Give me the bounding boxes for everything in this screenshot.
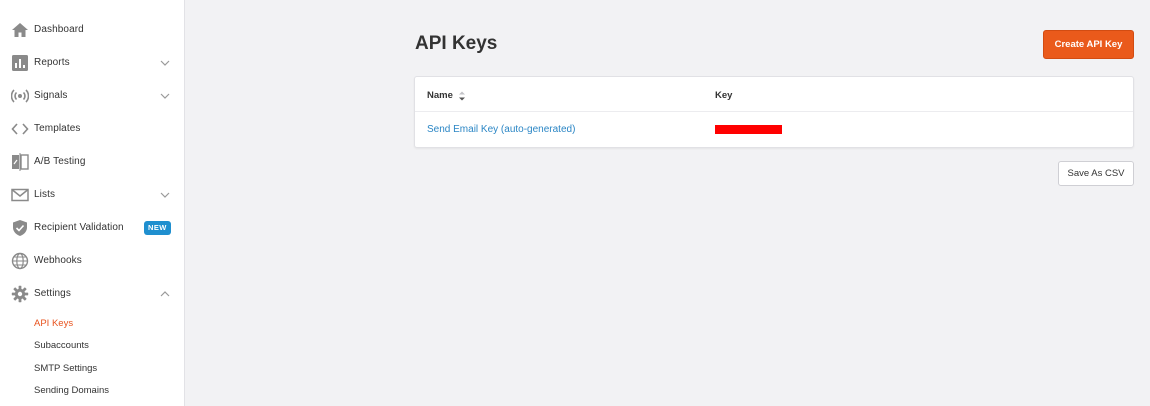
sidebar-item-dashboard[interactable]: Dashboard: [0, 13, 184, 46]
sidebar-item-label: Webhooks: [34, 255, 82, 266]
sidebar-subitem-sending-domains[interactable]: Sending Domains: [34, 385, 109, 396]
shield-check-icon: [11, 219, 29, 237]
sidebar-item-label: Templates: [34, 123, 81, 134]
sidebar-item-signals[interactable]: Signals: [0, 79, 184, 112]
signal-icon: [11, 87, 29, 105]
sidebar-item-label: Reports: [34, 57, 70, 68]
home-icon: [11, 21, 29, 39]
chevron-up-icon[interactable]: [159, 288, 171, 300]
sidebar-subitem-smtp-settings[interactable]: SMTP Settings: [34, 363, 97, 374]
sidebar-item-templates[interactable]: Templates: [0, 112, 184, 145]
column-header-key: Key: [715, 90, 733, 101]
bar-chart-icon: [11, 54, 29, 72]
sidebar-item-label: Dashboard: [34, 24, 84, 35]
sort-icon[interactable]: [457, 89, 467, 103]
code-icon: [11, 120, 29, 138]
sidebar-item-label: Lists: [34, 189, 56, 200]
sidebar-item-settings[interactable]: Settings: [0, 277, 184, 310]
save-as-csv-button[interactable]: Save As CSV: [1058, 161, 1134, 186]
api-keys-table: Name Key Send Email Key (auto-generated): [414, 76, 1134, 148]
page-title: API Keys: [415, 33, 498, 54]
create-api-key-button[interactable]: Create API Key: [1043, 30, 1134, 59]
sidebar-item-label: Signals: [34, 90, 68, 101]
column-header-name[interactable]: Name: [427, 90, 453, 101]
sidebar-item-label: Recipient Validation: [34, 222, 124, 233]
sidebar-subitem-api-keys[interactable]: API Keys: [34, 318, 73, 329]
globe-icon: [11, 252, 29, 270]
sidebar: Dashboard Reports Signals Templates A/B …: [0, 0, 185, 406]
chevron-down-icon[interactable]: [159, 90, 171, 102]
sidebar-item-ab-testing[interactable]: A/B Testing: [0, 145, 184, 178]
sidebar-item-label: A/B Testing: [34, 156, 86, 167]
redacted-key: [715, 125, 782, 134]
sidebar-item-recipient-validation[interactable]: Recipient Validation NEW: [0, 211, 184, 244]
table-row: Send Email Key (auto-generated): [415, 113, 1133, 148]
sidebar-item-lists[interactable]: Lists: [0, 178, 184, 211]
table-header: Name Key: [415, 77, 1133, 112]
chevron-down-icon[interactable]: [159, 57, 171, 69]
sidebar-item-reports[interactable]: Reports: [0, 46, 184, 79]
chevron-down-icon[interactable]: [159, 189, 171, 201]
new-badge: NEW: [144, 220, 171, 235]
sidebar-item-label: Settings: [34, 288, 71, 299]
ab-test-icon: [11, 152, 29, 171]
api-key-name-link[interactable]: Send Email Key (auto-generated): [427, 124, 575, 135]
gear-icon: [11, 285, 29, 303]
sidebar-subitem-subaccounts[interactable]: Subaccounts: [34, 340, 89, 351]
envelope-icon: [11, 186, 29, 204]
sidebar-item-webhooks[interactable]: Webhooks: [0, 244, 184, 277]
